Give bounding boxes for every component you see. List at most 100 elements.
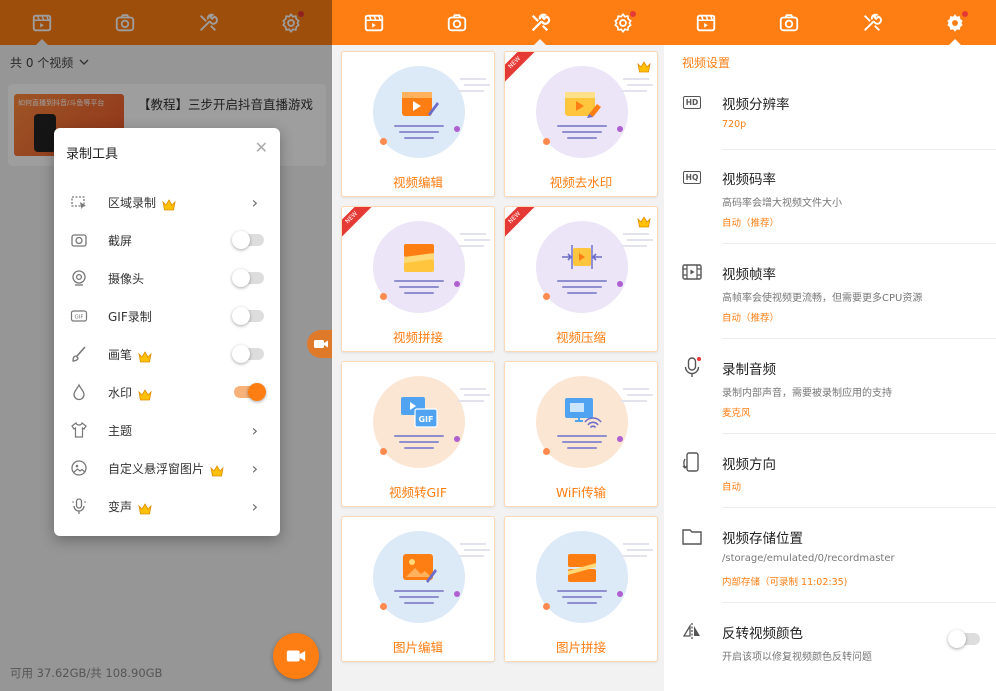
chevron-right-icon: › — [251, 192, 258, 212]
toggle-switch[interactable] — [232, 307, 264, 325]
tool-card[interactable]: 图片拼接 — [504, 516, 658, 662]
setting-title: 反转视频颜色 — [722, 626, 803, 642]
setting-row[interactable]: 视频存储位置/storage/emulated/0/recordmaster 内部… — [664, 522, 996, 603]
tool-item[interactable]: 截屏 — [54, 221, 280, 259]
tab-screenshots[interactable] — [747, 0, 830, 45]
toggle-switch[interactable] — [232, 231, 264, 249]
tab-videos[interactable] — [664, 0, 747, 45]
decoration-dot — [543, 138, 550, 145]
crown-icon — [637, 58, 651, 73]
decoration-lines — [460, 388, 486, 390]
toggle-switch[interactable] — [234, 383, 266, 401]
tool-card[interactable]: 图片编辑 — [341, 516, 495, 662]
setting-row[interactable]: HD 视频分辨率 720p — [664, 88, 996, 150]
tab-tools[interactable] — [498, 0, 581, 46]
tool-label: 变声 — [108, 499, 133, 514]
setting-value: 内部存储（可录制 11:02:35) — [722, 577, 848, 588]
setting-title: 视频方向 — [722, 457, 776, 473]
crown-icon — [138, 386, 152, 401]
tool-card[interactable]: 视频去水印 NEW — [504, 51, 658, 197]
setting-row[interactable]: 视频方向 自动 — [664, 448, 996, 508]
screen-home: 共 0 个视频 如何直播到抖音/斗鱼等平台 【教程】三步开启抖音直播游戏 录制工… — [0, 0, 332, 691]
decoration-lines — [623, 388, 649, 390]
close-icon[interactable]: ✕ — [255, 138, 268, 157]
tab-tools[interactable] — [830, 0, 913, 45]
badge-label: HD — [682, 95, 702, 109]
remove-watermark-icon — [561, 84, 603, 122]
tool-card[interactable]: 视频压缩 NEW — [504, 206, 658, 352]
decoration-dot — [454, 591, 460, 597]
setting-description: 录制内部声音，需要被录制应用的支持 — [722, 388, 892, 399]
tool-card[interactable]: GIF 视频转GIF — [341, 361, 495, 507]
notification-dot — [962, 11, 968, 17]
record-fab-button[interactable] — [273, 633, 319, 679]
decoration-lines — [623, 233, 649, 235]
screen-tools: 视频编辑 视频去水印 NEW 视频拼接 NEW 视频压缩 NEW GIF 视频转GIF WiFi传… — [332, 0, 664, 691]
camera-icon — [779, 13, 798, 31]
hq-icon: HQ — [681, 166, 703, 188]
tool-card[interactable]: WiFi传输 — [504, 361, 658, 507]
decoration-lines — [623, 78, 649, 80]
tool-card-label: 视频压缩 — [555, 330, 606, 345]
decoration-dot — [617, 436, 623, 442]
tool-label: 自定义悬浮窗图片 — [108, 461, 205, 476]
tab-videos[interactable] — [332, 0, 415, 45]
decoration-dot — [543, 603, 550, 610]
tool-label: GIF录制 — [108, 309, 152, 324]
setting-row[interactable]: 视频帧率 高帧率会使视频更流畅，但需要更多CPU资源 自动（推荐） — [664, 258, 996, 339]
crown-icon — [210, 462, 224, 477]
new-badge: NEW — [342, 207, 377, 243]
tool-item[interactable]: 摄像头 — [54, 259, 280, 297]
tab-settings[interactable] — [581, 0, 664, 45]
toggle-switch[interactable] — [948, 630, 980, 648]
tool-card[interactable]: 视频拼接 NEW — [341, 206, 495, 352]
setting-title: 录制音频 — [722, 362, 776, 378]
crown-icon — [138, 500, 152, 515]
setting-value: 720p — [722, 119, 747, 130]
divider — [722, 433, 996, 434]
toggle-switch[interactable] — [232, 269, 264, 287]
tool-card-label: WiFi传输 — [555, 485, 607, 500]
tool-item[interactable]: 画笔 — [54, 335, 280, 373]
decoration-dot — [380, 138, 387, 145]
tab-settings[interactable] — [913, 0, 996, 46]
video-list-icon — [364, 14, 383, 31]
decoration-dot — [543, 448, 550, 455]
divider — [722, 507, 996, 508]
top-tab-bar — [664, 0, 996, 46]
tool-item[interactable]: 主题 › — [54, 411, 280, 449]
chevron-right-icon: › — [251, 420, 258, 440]
decoration-dot — [617, 126, 623, 132]
setting-row[interactable]: 反转视频颜色 开启该项以修复视频颜色反转问题 — [664, 617, 996, 689]
setting-title: 视频帧率 — [722, 267, 776, 283]
decoration-dot — [454, 436, 460, 442]
gif-icon: GIF — [70, 307, 88, 325]
tool-item[interactable]: 水印 — [54, 373, 280, 411]
setting-description: 高码率会增大视频文件大小 — [722, 198, 842, 209]
toggle-switch[interactable] — [232, 345, 264, 363]
crown-icon — [162, 196, 176, 211]
setting-row[interactable]: HQ 视频码率 高码率会增大视频文件大小 自动（推荐） — [664, 163, 996, 244]
video-to-gif-icon: GIF — [398, 394, 440, 432]
decoration-dot — [380, 603, 387, 610]
tool-item[interactable]: 自定义悬浮窗图片 › — [54, 449, 280, 487]
decoration-text-lines — [394, 435, 444, 453]
tool-item[interactable]: 变声 › — [54, 487, 280, 525]
tool-item[interactable]: GIF GIF录制 — [54, 297, 280, 335]
tool-card[interactable]: 视频编辑 — [341, 51, 495, 197]
setting-title: 视频存储位置 — [722, 531, 803, 547]
dialog-title: 录制工具 — [66, 147, 119, 162]
tool-label: 水印 — [108, 385, 133, 400]
decoration-dot — [454, 281, 460, 287]
setting-value: 自动（推荐） — [722, 313, 780, 324]
crown-icon — [138, 348, 152, 363]
tab-screenshots[interactable] — [415, 0, 498, 45]
notification-dot — [630, 11, 636, 17]
floating-record-handle[interactable] — [307, 330, 332, 358]
setting-value: 自动（推荐） — [722, 218, 780, 229]
setting-row[interactable]: 录制音频 录制内部声音，需要被录制应用的支持 麦克风 — [664, 353, 996, 434]
tool-card-label: 视频去水印 — [549, 175, 613, 190]
tool-item[interactable]: 区域录制 › — [54, 183, 280, 221]
decoration-dot — [380, 448, 387, 455]
storage-info: 可用 37.62GB/共 108.90GB — [10, 666, 163, 680]
